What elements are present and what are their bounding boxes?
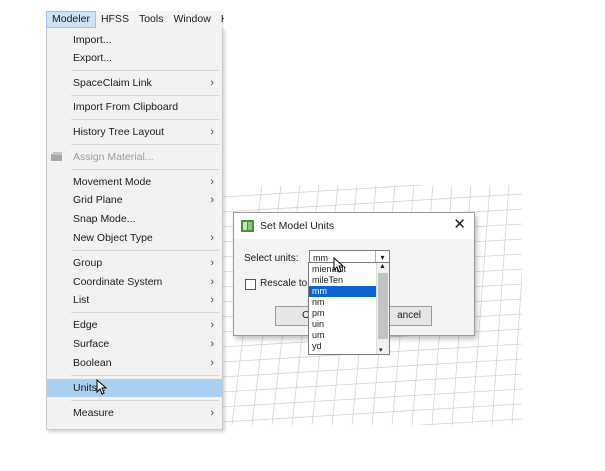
menu-item-snap-mode[interactable]: Snap Mode... — [47, 210, 222, 228]
submenu-arrow-icon: › — [210, 294, 214, 306]
menu-item-boolean[interactable]: Boolean › — [47, 354, 222, 372]
menu-item-label: Boolean — [73, 357, 112, 369]
menu-item-group[interactable]: Group › — [47, 254, 222, 272]
menu-separator — [71, 375, 219, 376]
unit-option[interactable]: pm — [309, 308, 378, 319]
menu-item-label: Edge — [73, 319, 98, 331]
unit-option[interactable]: uin — [309, 319, 378, 330]
submenu-arrow-icon: › — [210, 319, 214, 331]
menu-item-units[interactable]: Units... — [47, 379, 222, 397]
menu-separator — [71, 144, 219, 145]
submenu-arrow-icon: › — [210, 257, 214, 269]
menu-item-label: Assign Material... — [73, 151, 154, 163]
menu-separator — [71, 250, 219, 251]
cancel-button-label: ancel — [397, 310, 421, 321]
menu-item-label: SpaceClaim Link — [73, 77, 152, 89]
menu-item-label: Coordinate System — [73, 276, 163, 288]
submenu-arrow-icon: › — [210, 407, 214, 419]
menu-separator — [71, 312, 219, 313]
menu-item-label: Measure — [73, 407, 114, 419]
submenu-arrow-icon: › — [210, 77, 214, 89]
menu-item-new-object-type[interactable]: New Object Type › — [47, 229, 222, 247]
menu-item-coordinate-system[interactable]: Coordinate System › — [47, 273, 222, 291]
menu-hfss[interactable]: HFSS — [96, 11, 134, 28]
dialog-app-icon — [241, 220, 254, 232]
menu-item-spaceclaim-link[interactable]: SpaceClaim Link › — [47, 74, 222, 92]
menu-help[interactable]: H — [216, 11, 224, 28]
menu-item-history-tree-layout[interactable]: History Tree Layout › — [47, 123, 222, 141]
unit-option[interactable]: um — [309, 330, 378, 341]
dialog-title: Set Model Units — [260, 220, 335, 232]
assign-material-icon — [51, 152, 62, 161]
select-units-label: Select units: — [244, 253, 299, 264]
unit-option[interactable]: mileTen — [309, 275, 378, 286]
menu-item-label: Snap Mode... — [73, 213, 136, 225]
menu-item-label: Movement Mode — [73, 176, 152, 188]
submenu-arrow-icon: › — [210, 126, 214, 138]
scrollbar-thumb[interactable] — [378, 273, 388, 339]
submenu-arrow-icon: › — [210, 194, 214, 206]
menu-item-label: Import... — [73, 34, 112, 46]
menu-item-list[interactable]: List › — [47, 291, 222, 309]
menu-item-label: Export... — [73, 52, 113, 64]
dropdown-scrollbar[interactable]: ▲ ▾ — [376, 263, 389, 354]
menu-item-label: Surface — [73, 338, 110, 350]
menu-item-measure[interactable]: Measure › — [47, 404, 222, 422]
close-icon[interactable]: ✕ — [453, 216, 466, 234]
menu-bar: Modeler HFSS Tools Window H — [46, 11, 224, 29]
menu-separator — [71, 95, 219, 96]
menu-item-label: List — [73, 294, 90, 306]
menu-item-export[interactable]: Export... — [47, 49, 222, 67]
modeler-menu: Import... Export... SpaceClaim Link › Imp… — [46, 28, 223, 430]
menu-separator — [71, 70, 219, 71]
menu-item-label: History Tree Layout — [73, 126, 165, 138]
menu-window[interactable]: Window — [168, 11, 215, 28]
menu-separator — [71, 119, 219, 120]
submenu-arrow-icon: › — [210, 232, 214, 244]
unit-option-selected[interactable]: mm — [309, 286, 378, 297]
dialog-title-bar: Set Model Units ✕ — [234, 213, 474, 239]
menu-item-movement-mode[interactable]: Movement Mode › — [47, 173, 222, 191]
rescale-label: Rescale to m — [260, 278, 310, 289]
menu-modeler[interactable]: Modeler — [46, 11, 96, 28]
submenu-arrow-icon: › — [210, 338, 214, 350]
menu-tools[interactable]: Tools — [134, 11, 169, 28]
submenu-arrow-icon: › — [210, 176, 214, 188]
menu-item-import[interactable]: Import... — [47, 31, 222, 49]
scroll-down-icon[interactable]: ▾ — [379, 346, 383, 354]
menu-separator — [71, 400, 219, 401]
rescale-checkbox[interactable] — [245, 279, 256, 290]
menu-item-label: Group — [73, 257, 103, 269]
units-dropdown-list: mienaidt mileTen mm nm pm uin um yd ▲ ▾ — [308, 262, 390, 355]
scroll-up-icon[interactable]: ▲ — [379, 263, 386, 270]
mouse-cursor-icon — [96, 379, 108, 395]
menu-item-import-clipboard[interactable]: Import From Clipboard — [47, 98, 222, 116]
unit-option[interactable]: nm — [309, 297, 378, 308]
menu-separator — [71, 169, 219, 170]
unit-option[interactable]: yd — [309, 341, 378, 352]
menu-item-label: Grid Plane — [73, 194, 123, 206]
menu-item-assign-material[interactable]: Assign Material... — [47, 148, 222, 166]
submenu-arrow-icon: › — [210, 357, 214, 369]
menu-item-grid-plane[interactable]: Grid Plane › — [47, 191, 222, 209]
mouse-cursor-icon — [333, 257, 345, 273]
menu-item-edge[interactable]: Edge › — [47, 316, 222, 334]
menu-item-label: New Object Type — [73, 232, 153, 244]
menu-item-label: Import From Clipboard — [73, 101, 179, 113]
menu-item-surface[interactable]: Surface › — [47, 335, 222, 353]
submenu-arrow-icon: › — [210, 276, 214, 288]
